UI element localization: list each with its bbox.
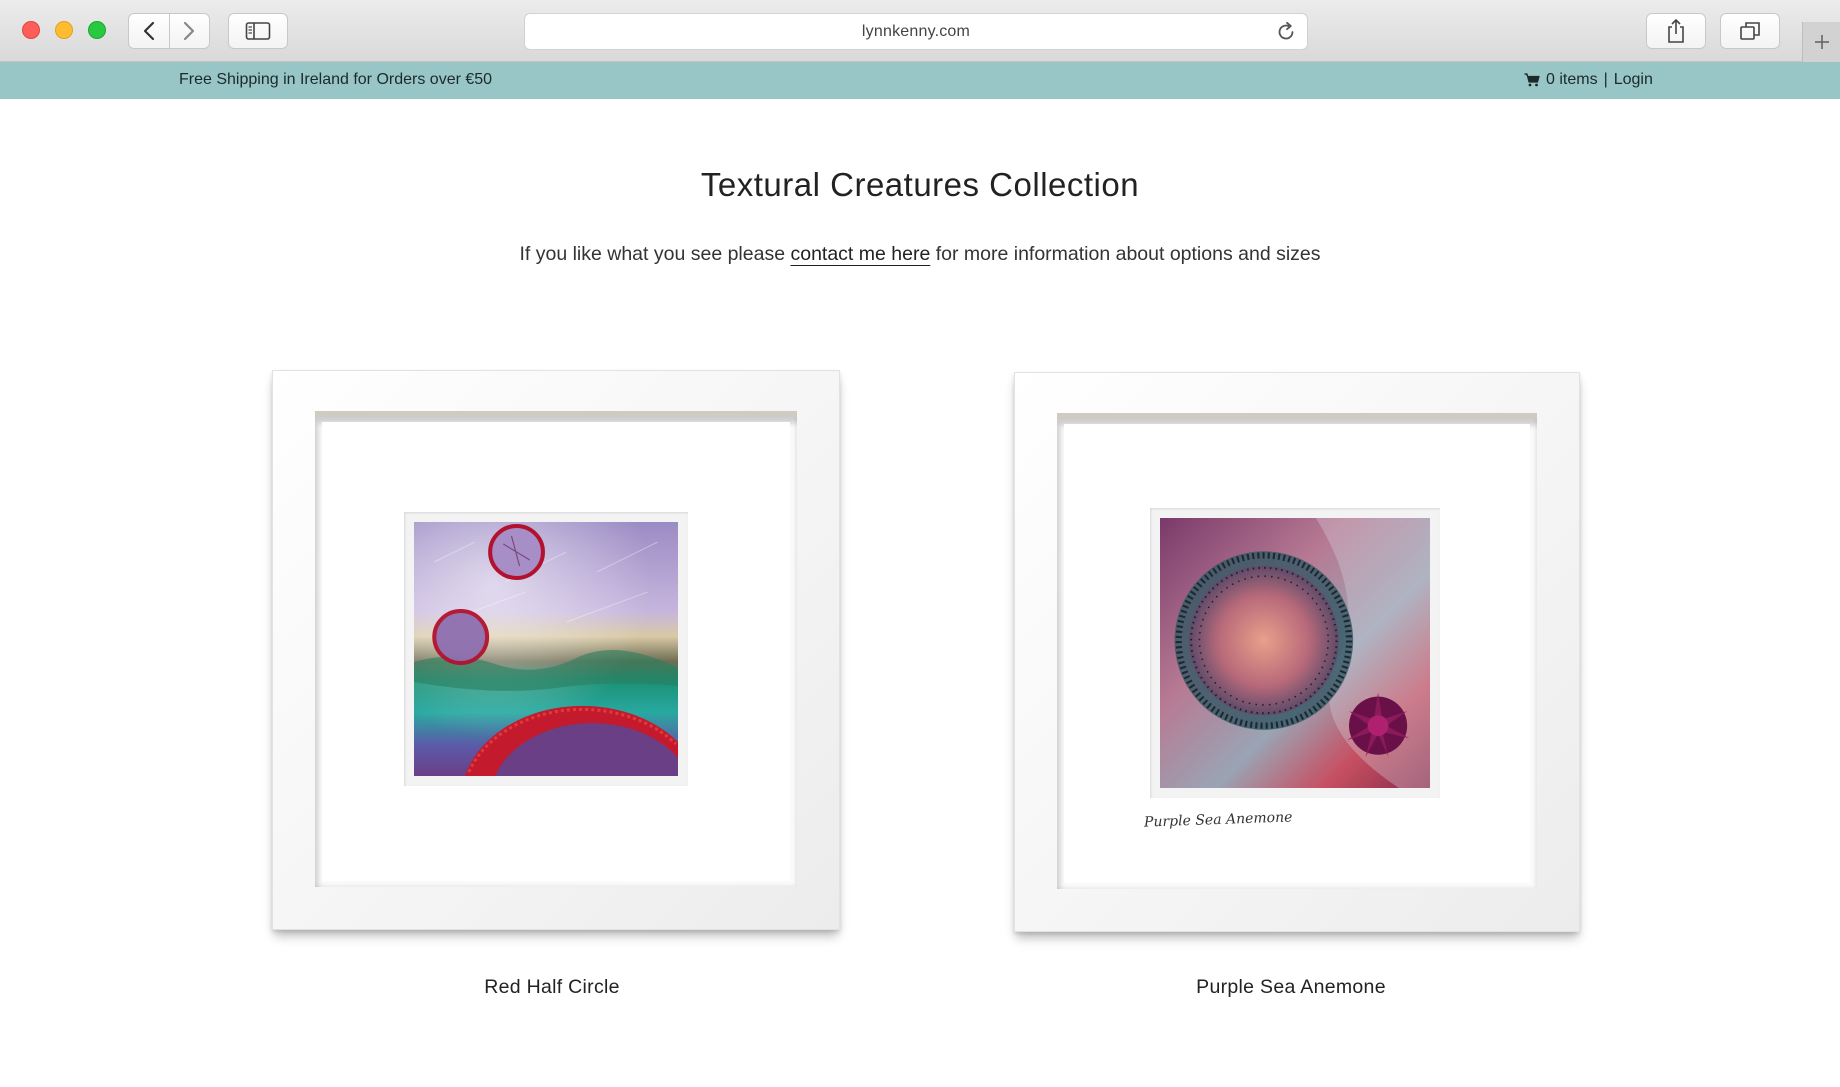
chevron-left-icon — [143, 21, 154, 41]
plus-icon — [1814, 35, 1829, 49]
product-card[interactable]: Red Half Circle — [272, 370, 840, 998]
frame-rebate — [315, 411, 797, 887]
new-tab-button[interactable] — [1802, 22, 1840, 62]
reload-icon[interactable] — [1275, 21, 1297, 43]
shipping-notice: Free Shipping in Ireland for Orders over… — [179, 71, 493, 88]
artwork-signature: Purple Sea Anemone — [1143, 809, 1293, 831]
promo-bar: Free Shipping in Ireland for Orders over… — [0, 62, 1840, 99]
browser-toolbar: lynnkenny.com — [0, 0, 1840, 62]
sidebar-toggle-button[interactable] — [228, 13, 288, 49]
frame-mount — [322, 422, 790, 881]
address-bar[interactable]: lynnkenny.com — [524, 13, 1308, 50]
sidebar-icon — [245, 22, 271, 40]
cart-link[interactable]: 0 items — [1546, 71, 1598, 89]
cart-icon[interactable] — [1524, 73, 1540, 87]
minimize-window-button[interactable] — [55, 21, 73, 39]
intro-after: for more information about options and s… — [930, 243, 1321, 265]
tab-overview-button[interactable] — [1720, 13, 1780, 49]
intro-before: If you like what you see please — [519, 243, 791, 265]
product-name[interactable]: Red Half Circle — [268, 976, 836, 999]
separator: | — [1603, 71, 1608, 88]
chevron-right-icon — [184, 21, 195, 41]
mount-window — [1150, 508, 1440, 798]
frame-mount: Purple Sea Anemone — [1064, 424, 1530, 883]
back-button[interactable] — [129, 14, 169, 48]
artwork-purple-sea-anemone — [1160, 518, 1430, 788]
page-title: Textural Creatures Collection — [700, 166, 1140, 203]
product-card[interactable]: Purple Sea Anemone Purple Sea Anemone — [1014, 372, 1580, 998]
url-text: lynnkenny.com — [861, 22, 971, 40]
artwork-red-half-circle — [414, 522, 678, 776]
mount-window — [404, 512, 688, 786]
share-icon — [1668, 19, 1684, 43]
login-link[interactable]: Login — [1614, 71, 1653, 89]
product-image-purple-sea-anemone[interactable]: Purple Sea Anemone — [1014, 372, 1580, 932]
product-name[interactable]: Purple Sea Anemone — [1008, 976, 1574, 999]
tabs-icon — [1740, 22, 1760, 40]
forward-button[interactable] — [169, 14, 209, 48]
close-window-button[interactable] — [22, 21, 40, 39]
zoom-window-button[interactable] — [88, 21, 106, 39]
frame-rebate: Purple Sea Anemone — [1057, 413, 1537, 889]
contact-link[interactable]: contact me here — [790, 243, 930, 265]
history-nav-group — [128, 13, 210, 49]
account-area: 0 items | Login — [1524, 71, 1653, 89]
share-button[interactable] — [1646, 13, 1706, 49]
product-image-red-half-circle[interactable] — [272, 370, 840, 930]
intro-text: If you like what you see please contact … — [0, 243, 1840, 266]
